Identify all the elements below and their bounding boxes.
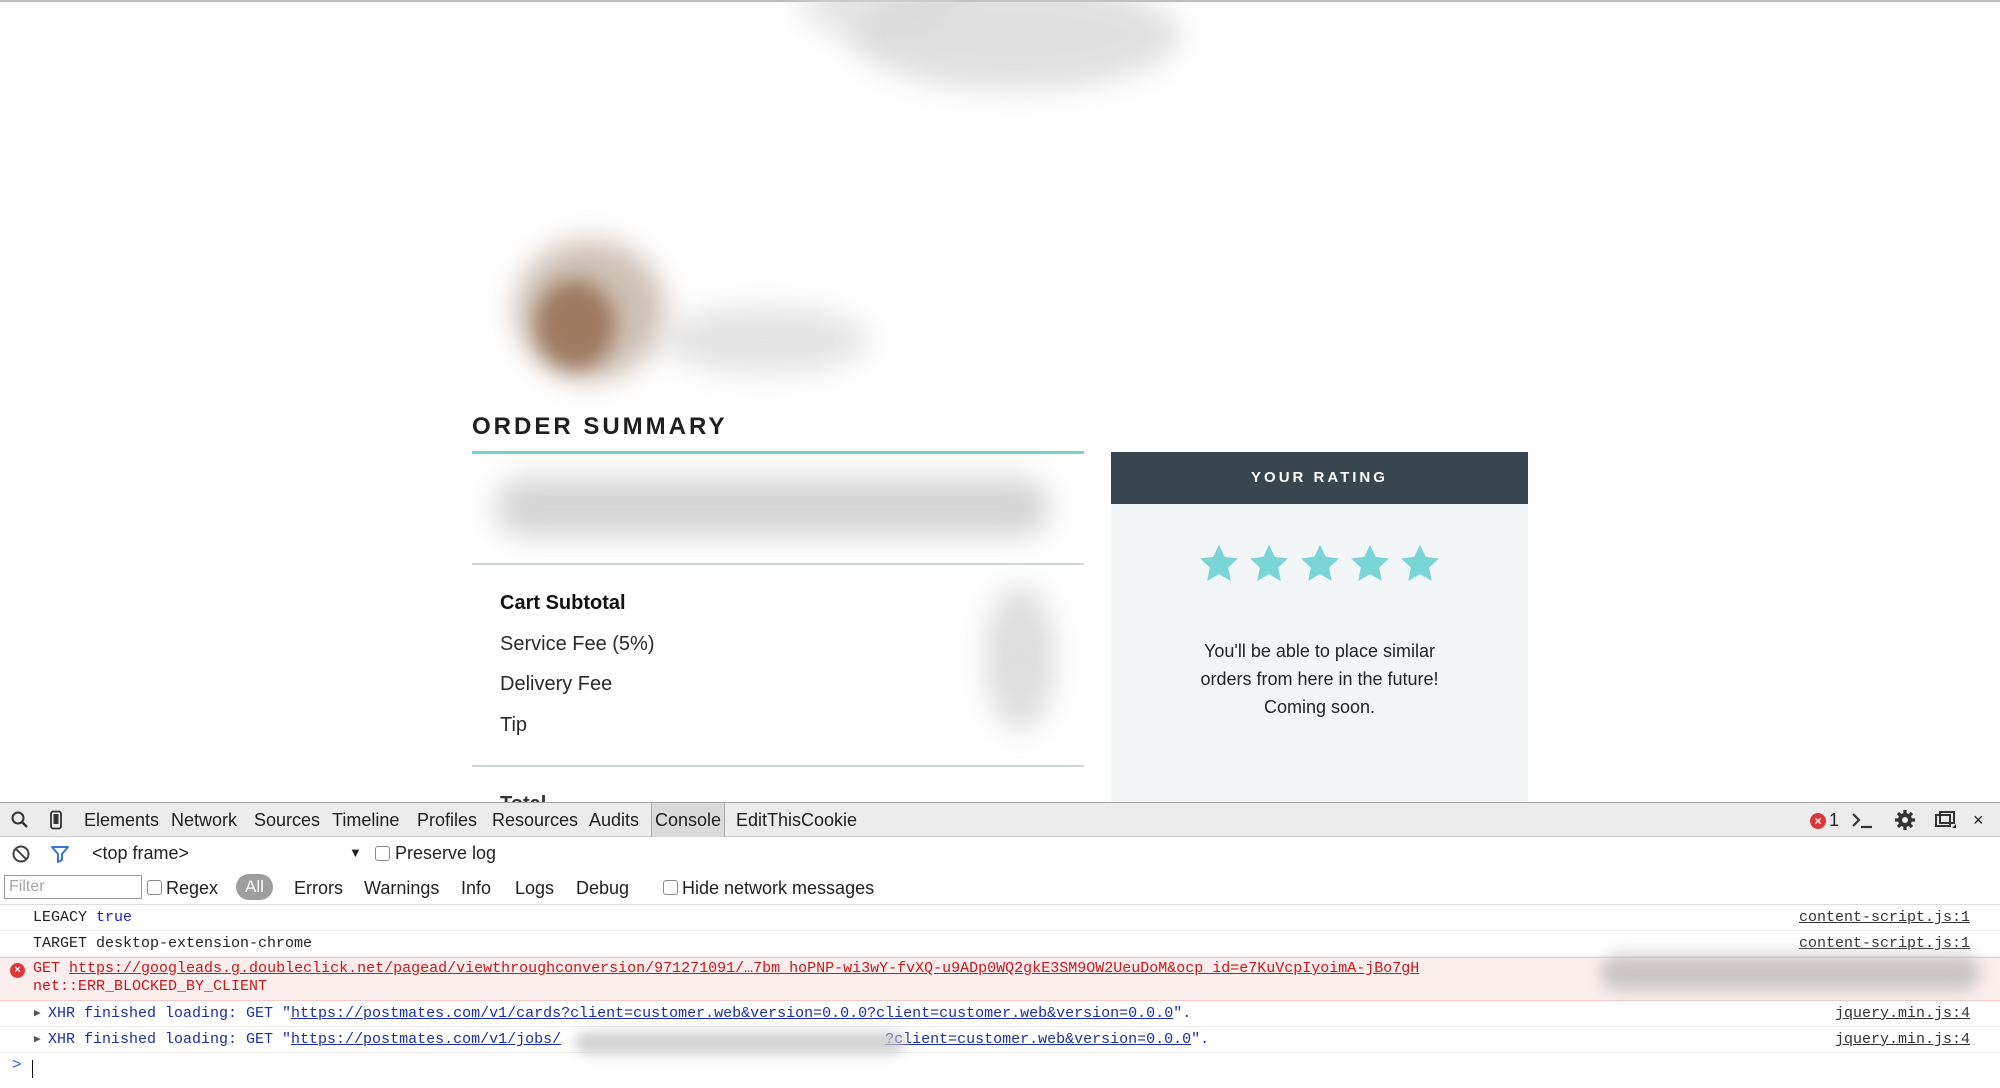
xhr-prefix: XHR finished loading: GET " — [48, 1031, 292, 1048]
redacted-fee-amounts — [985, 585, 1055, 730]
tab-sources[interactable]: Sources — [251, 803, 323, 837]
search-icon[interactable] — [10, 810, 30, 830]
redacted-merchant-name — [660, 305, 870, 375]
source-link[interactable]: jquery.min.js:4 — [1835, 1001, 1970, 1027]
tab-audits[interactable]: Audits — [586, 803, 642, 837]
redacted-order-item — [495, 478, 1050, 536]
hide-network-checkbox[interactable] — [663, 880, 678, 895]
error-method: GET — [33, 960, 61, 977]
devtools-tabbar: Elements Network Sources Timeline Profil… — [0, 803, 2000, 837]
xhr-suffix: ". — [1191, 1031, 1210, 1048]
level-errors-button[interactable]: Errors — [294, 877, 343, 899]
preserve-log-label: Preserve log — [395, 843, 497, 863]
preserve-log-checkbox[interactable] — [375, 846, 390, 861]
rating-message: You'll be able to place similar orders f… — [1111, 637, 1528, 721]
level-all-button[interactable]: All — [236, 874, 273, 900]
devtools-panel: Elements Network Sources Timeline Profil… — [0, 802, 2000, 1088]
error-count: 1 — [1829, 810, 1840, 830]
xhr-url-link[interactable]: https://postmates.com/v1/cards?client=cu… — [291, 1005, 1173, 1022]
xhr-url-link[interactable]: https://postmates.com/v1/jobs/ — [291, 1031, 561, 1048]
chevron-down-icon[interactable]: ▼ — [349, 842, 362, 864]
log-value: true — [96, 909, 133, 926]
rating-panel: YOUR RATING You'll be able to place simi… — [1111, 452, 1528, 802]
error-icon: × — [10, 963, 25, 978]
close-devtools-icon[interactable]: × — [1970, 803, 1987, 837]
filter-funnel-icon[interactable] — [50, 844, 70, 864]
rating-message-line: Coming soon. — [1263, 697, 1376, 717]
xhr-url-link-end[interactable]: ?client=customer.web&version=0.0.0 — [885, 1031, 1191, 1048]
hide-network-label: Hide network messages — [682, 878, 875, 898]
filter-input[interactable] — [4, 875, 142, 899]
tab-profiles[interactable]: Profiles — [414, 803, 480, 837]
console-xhr-message[interactable]: ▶ XHR finished loading: GET "https://pos… — [0, 1001, 2000, 1027]
log-text: TARGET desktop-extension-chrome — [33, 935, 313, 952]
level-debug-button[interactable]: Debug — [576, 877, 629, 899]
tab-editthiscookie[interactable]: EditThisCookie — [733, 803, 860, 837]
star-icon[interactable] — [1247, 542, 1291, 586]
service-fee-label: Service Fee (5%) — [500, 632, 655, 655]
tab-resources[interactable]: Resources — [489, 803, 581, 837]
order-summary-title: ORDER SUMMARY — [472, 413, 728, 440]
console-filter-bar: Regex All Errors Warnings Info Logs Debu… — [0, 869, 2000, 905]
items-divider — [472, 563, 1084, 565]
source-link[interactable]: content-script.js:1 — [1799, 931, 1970, 957]
console-input-caret[interactable] — [32, 1060, 33, 1078]
console-message: LEGACY true content-script.js:1 — [0, 905, 2000, 931]
error-count-indicator[interactable]: × 1 — [1810, 810, 1839, 830]
tab-elements[interactable]: Elements — [81, 803, 162, 837]
device-mode-icon[interactable] — [46, 810, 66, 830]
dock-side-icon[interactable] — [1934, 810, 1958, 830]
rating-header: YOUR RATING — [1111, 452, 1528, 504]
fee-list: Cart Subtotal Service Fee (5%) Delivery … — [500, 590, 655, 752]
clear-console-icon[interactable] — [11, 844, 31, 864]
settings-gear-icon[interactable] — [1894, 809, 1916, 831]
regex-label: Regex — [166, 878, 219, 898]
console-prompt[interactable]: > — [12, 1056, 22, 1074]
cart-subtotal-label: Cart Subtotal — [500, 592, 626, 614]
tab-console[interactable]: Console — [651, 803, 726, 837]
star-icon[interactable] — [1298, 542, 1342, 586]
console-drawer-icon[interactable] — [1850, 810, 1874, 830]
expand-triangle-icon[interactable]: ▶ — [34, 1001, 41, 1027]
tab-network[interactable]: Network — [168, 803, 240, 837]
log-key: LEGACY — [33, 909, 88, 926]
redacted-job-id-smudge — [575, 1032, 905, 1054]
rating-message-line: orders from here in the future! — [1200, 669, 1439, 689]
error-url-link[interactable]: https://googleads.g.doubleclick.net/page… — [69, 960, 1419, 977]
xhr-prefix: XHR finished loading: GET " — [48, 1005, 292, 1022]
tip-label: Tip — [500, 713, 528, 736]
rating-message-line: You'll be able to place similar — [1204, 641, 1435, 661]
source-link[interactable]: content-script.js:1 — [1799, 905, 1970, 931]
rating-stars[interactable] — [1111, 542, 1528, 591]
regex-checkbox[interactable] — [147, 880, 162, 895]
xhr-suffix: ". — [1173, 1005, 1192, 1022]
level-warnings-button[interactable]: Warnings — [364, 877, 439, 899]
redacted-error-source — [1600, 955, 1980, 991]
tab-timeline[interactable]: Timeline — [329, 803, 402, 837]
star-icon[interactable] — [1348, 542, 1392, 586]
level-logs-button[interactable]: Logs — [515, 877, 554, 899]
delivery-fee-label: Delivery Fee — [500, 673, 613, 695]
console-xhr-message[interactable]: ▶ XHR finished loading: GET "https://pos… — [0, 1027, 2000, 1053]
level-info-button[interactable]: Info — [461, 877, 491, 899]
frame-selector[interactable]: <top frame> — [92, 842, 189, 864]
console-toolbar: <top frame> ▼ Preserve log — [0, 837, 2000, 869]
console-message: TARGET desktop-extension-chrome content-… — [0, 931, 2000, 957]
expand-triangle-icon[interactable]: ▶ — [34, 1027, 41, 1053]
redacted-merchant-logo-core — [535, 280, 615, 370]
fees-divider — [472, 765, 1084, 767]
error-icon: × — [1810, 813, 1826, 829]
star-icon[interactable] — [1398, 542, 1442, 586]
order-summary-divider — [472, 451, 1084, 454]
star-icon[interactable] — [1197, 542, 1241, 586]
source-link[interactable]: jquery.min.js:4 — [1835, 1027, 1970, 1053]
